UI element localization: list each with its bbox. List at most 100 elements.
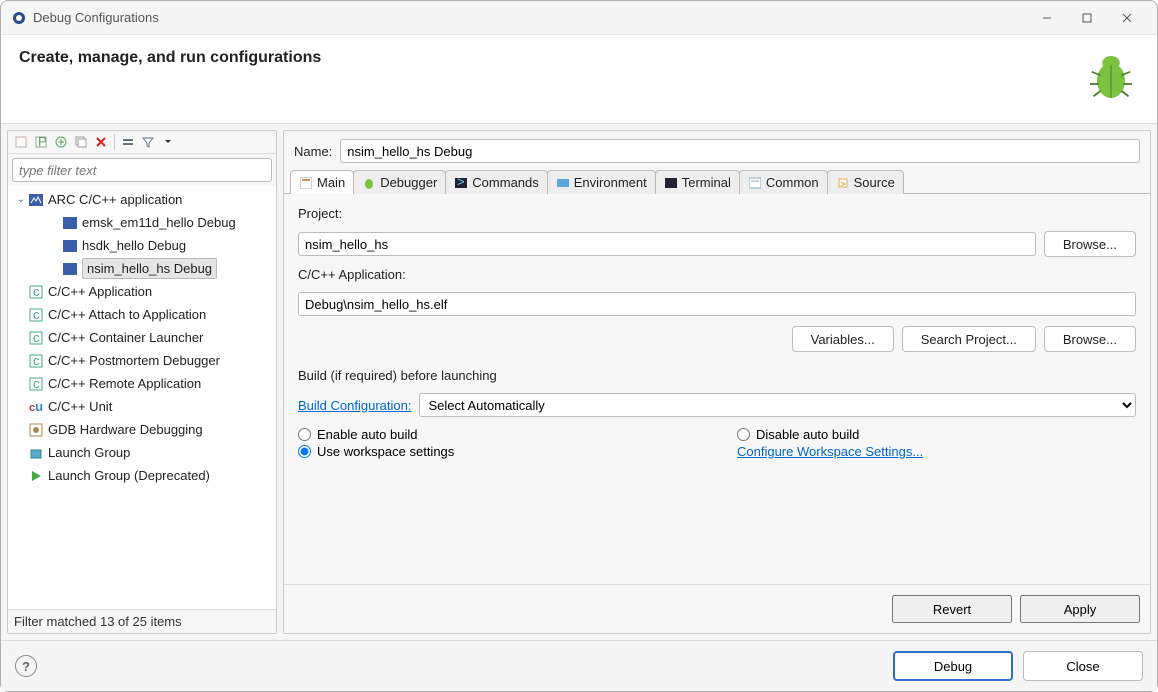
tree-type-item[interactable]: cC/C++ Container Launcher [8, 326, 276, 349]
header: Create, manage, and run configurations [1, 35, 1157, 124]
tree-type-item[interactable]: c C/C++ Remote Application [8, 372, 276, 395]
app-label: C/C++ Application: [298, 267, 1136, 282]
tree-label: GDB Hardware Debugging [48, 422, 203, 437]
commands-tab-icon: > [454, 176, 468, 190]
arc-config-icon [62, 261, 78, 277]
tab-label: Terminal [682, 175, 731, 190]
tree-type-item[interactable]: cu C/C++ Unit [8, 395, 276, 418]
env-tab-icon [556, 176, 570, 190]
tree-root-arc[interactable]: ⌄ ARC C/C++ application [8, 188, 276, 211]
c-type-icon: c [28, 376, 44, 392]
tree-label: C/C++ Application [48, 284, 152, 299]
tree-label: C/C++ Attach to Application [48, 307, 206, 322]
tab-label: Common [766, 175, 819, 190]
c-type-icon: c [28, 307, 44, 323]
debug-bug-icon [1083, 49, 1139, 105]
tree-label: hsdk_hello Debug [82, 238, 186, 253]
duplicate-icon[interactable] [72, 133, 90, 151]
tab-label: Source [854, 175, 895, 190]
window-title: Debug Configurations [33, 10, 1027, 25]
name-label: Name: [294, 144, 332, 159]
project-browse-button[interactable]: Browse... [1044, 231, 1136, 257]
menu-chevron-icon[interactable] [159, 133, 177, 151]
debug-button[interactable]: Debug [893, 651, 1013, 681]
new-proto-icon[interactable]: P [32, 133, 50, 151]
svg-text:c: c [33, 308, 40, 322]
arc-category-icon [28, 192, 44, 208]
tree-type-item[interactable]: Launch Group (Deprecated) [8, 464, 276, 487]
collapse-icon[interactable] [119, 133, 137, 151]
tree-config-item[interactable]: hsdk_hello Debug [8, 234, 276, 257]
filter-icon[interactable] [139, 133, 157, 151]
tree-label: C/C++ Remote Application [48, 376, 201, 391]
build-config-link[interactable]: Build Configuration: [298, 398, 411, 413]
tree-type-item[interactable]: c C/C++ Application [8, 280, 276, 303]
svg-text:>: > [457, 177, 465, 189]
config-tree[interactable]: ⌄ ARC C/C++ application emsk_em11d_hello… [8, 186, 276, 609]
revert-button[interactable]: Revert [892, 595, 1012, 623]
tab-label: Environment [574, 175, 647, 190]
tree-label: emsk_em11d_hello Debug [82, 215, 236, 230]
app-icon [11, 10, 27, 26]
tree-label: ARC C/C++ application [48, 192, 182, 207]
tree-type-item[interactable]: GDB Hardware Debugging [8, 418, 276, 441]
tab-commands[interactable]: >Commands [445, 170, 547, 194]
tree-label: C/C++ Unit [48, 399, 112, 414]
radio-disable-auto-build[interactable]: Disable auto build [737, 427, 1136, 442]
tab-source[interactable]: Source [827, 170, 904, 194]
tab-terminal[interactable]: Terminal [655, 170, 740, 194]
tree-config-item[interactable]: emsk_em11d_hello Debug [8, 211, 276, 234]
close-button[interactable] [1107, 4, 1147, 32]
tree-toolbar: P [8, 131, 276, 154]
run-icon [28, 468, 44, 484]
tab-label: Main [317, 175, 345, 190]
radio-enable-auto-build[interactable]: Enable auto build [298, 427, 697, 442]
build-group-label: Build (if required) before launching [298, 368, 1136, 383]
apply-button[interactable]: Apply [1020, 595, 1140, 623]
filter-input[interactable] [12, 158, 272, 182]
tree-type-item[interactable]: c C/C++ Attach to Application [8, 303, 276, 326]
project-label: Project: [298, 206, 1136, 221]
titlebar: Debug Configurations [1, 1, 1157, 35]
tab-environment[interactable]: Environment [547, 170, 656, 194]
close-dialog-button[interactable]: Close [1023, 651, 1143, 681]
cu-type-icon: cu [28, 399, 44, 415]
search-project-button[interactable]: Search Project... [902, 326, 1036, 352]
bug-tab-icon [362, 176, 376, 190]
tab-debugger[interactable]: Debugger [353, 170, 446, 194]
tree-label: Launch Group [48, 445, 130, 460]
dialog-footer: ? Debug Close [1, 640, 1157, 691]
arc-config-icon [62, 238, 78, 254]
delete-icon[interactable] [92, 133, 110, 151]
app-input[interactable] [298, 292, 1136, 316]
tree-label: Launch Group (Deprecated) [48, 468, 210, 483]
launch-group-icon [28, 445, 44, 461]
name-input[interactable] [340, 139, 1140, 163]
variables-button[interactable]: Variables... [792, 326, 894, 352]
tree-config-item-selected[interactable]: nsim_hello_hs Debug [8, 257, 276, 280]
new-config-icon[interactable] [12, 133, 30, 151]
tree-label: C/C++ Postmortem Debugger [48, 353, 220, 368]
minimize-button[interactable] [1027, 4, 1067, 32]
c-type-icon: c [28, 330, 44, 346]
tree-label: nsim_hello_hs Debug [82, 258, 217, 279]
app-browse-button[interactable]: Browse... [1044, 326, 1136, 352]
tab-common[interactable]: Common [739, 170, 828, 194]
project-input[interactable] [298, 232, 1036, 256]
maximize-button[interactable] [1067, 4, 1107, 32]
tab-main[interactable]: Main [290, 170, 354, 194]
configure-workspace-link[interactable]: Configure Workspace Settings... [737, 444, 1136, 459]
arc-config-icon [62, 215, 78, 231]
c-type-icon: c [28, 284, 44, 300]
export-icon[interactable] [52, 133, 70, 151]
build-config-select[interactable]: Select Automatically [419, 393, 1136, 417]
radio-use-workspace[interactable]: Use workspace settings [298, 444, 697, 459]
expand-arrow-icon[interactable]: ⌄ [14, 194, 28, 205]
svg-text:P: P [38, 135, 47, 149]
svg-text:c: c [33, 377, 40, 391]
tree-type-item[interactable]: Launch Group [8, 441, 276, 464]
filter-status: Filter matched 13 of 25 items [8, 609, 276, 633]
tree-type-item[interactable]: cC/C++ Postmortem Debugger [8, 349, 276, 372]
svg-text:c: c [33, 331, 40, 345]
help-button[interactable]: ? [15, 655, 37, 677]
